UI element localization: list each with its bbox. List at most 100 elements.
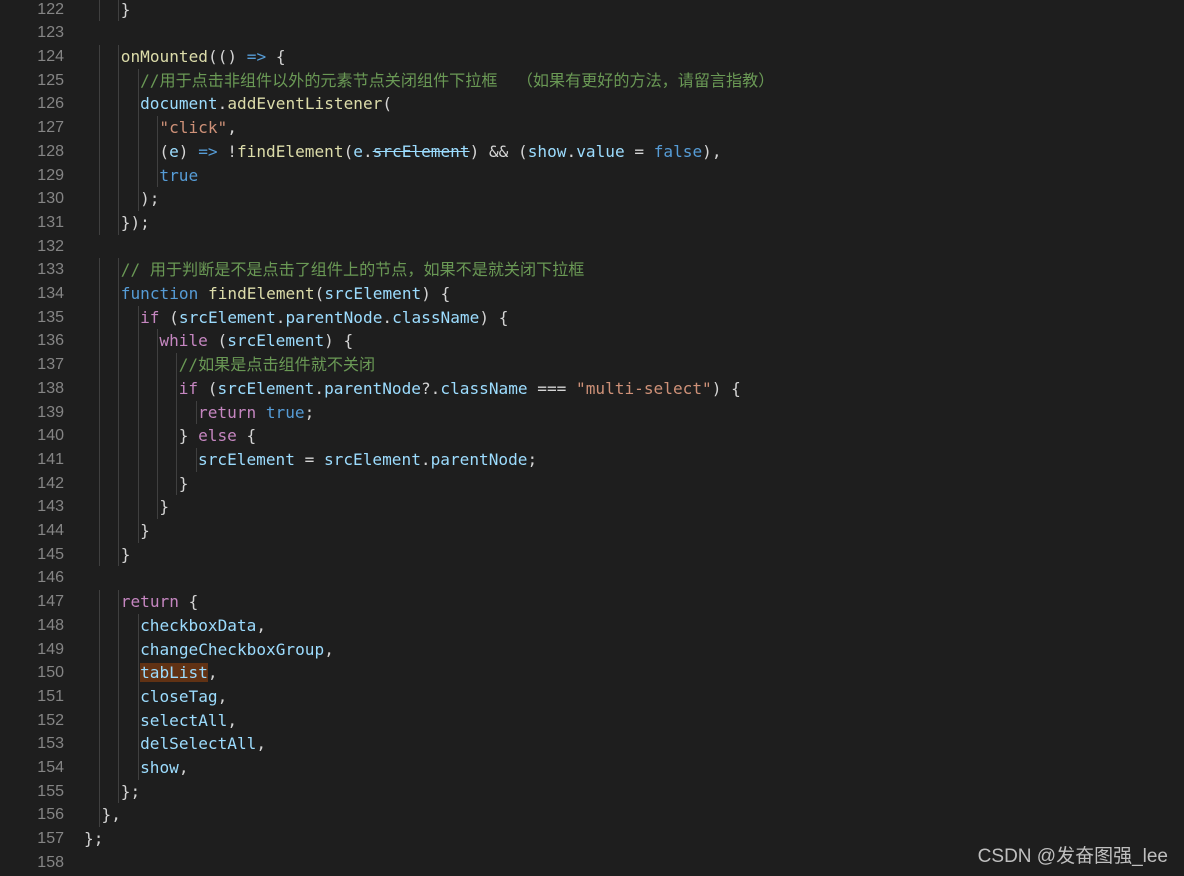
code-token: return (120, 592, 179, 612)
indent-guide (99, 210, 100, 235)
indent-guide (118, 779, 120, 804)
indent-guide (118, 519, 120, 543)
code-line[interactable]: delSelectAll, (84, 732, 1184, 757)
code-line[interactable]: }; (84, 779, 1184, 804)
code-line[interactable]: ); (84, 187, 1184, 211)
indent-guide (156, 424, 158, 448)
code-line[interactable]: (e) => !findElement(e.srcElement) && (sh… (84, 139, 1184, 164)
code-line[interactable]: } (84, 495, 1184, 520)
code-token: , (217, 686, 228, 706)
code-token: } (120, 544, 131, 564)
code-text: onMounted(() => { (121, 45, 286, 69)
code-text: closeTag, (140, 685, 227, 709)
code-token: = (624, 141, 654, 161)
code-line[interactable]: while (srcElement) { (84, 329, 1184, 354)
code-line[interactable]: srcElement = srcElement.parentNode; (84, 447, 1184, 472)
indent-guide (137, 187, 139, 211)
indent-guide (137, 519, 139, 543)
code-text: delSelectAll, (140, 732, 266, 756)
code-line[interactable]: //如果是点击组件就不关闭 (84, 353, 1184, 377)
indent-guide (118, 756, 120, 780)
code-line[interactable]: "click", (84, 116, 1184, 140)
code-line[interactable]: } (84, 471, 1184, 496)
code-token: . (362, 141, 373, 161)
code-line[interactable]: checkboxData, (84, 613, 1184, 638)
code-token: value (576, 141, 625, 161)
watermark: CSDN @发奋图强_lee (977, 846, 1168, 867)
line-number: 131 (37, 213, 64, 231)
code-token: ( (343, 141, 354, 161)
code-line[interactable] (84, 235, 1184, 259)
indent-guide (195, 447, 197, 472)
indent-guide (118, 637, 120, 662)
code-text: } (121, 543, 131, 567)
code-token: ( (159, 307, 179, 327)
indent-guide (137, 68, 139, 93)
code-line[interactable]: } (84, 519, 1184, 543)
code-token: ) (178, 141, 199, 161)
code-line[interactable]: if (srcElement.parentNode?.className ===… (84, 376, 1184, 401)
code-line[interactable]: true (84, 163, 1184, 188)
indent-guide (99, 519, 100, 543)
code-token: } (178, 473, 189, 493)
indent-guide (195, 400, 197, 425)
line-number: 148 (37, 616, 64, 634)
line-number: 158 (37, 853, 64, 871)
code-text: show, (140, 756, 188, 780)
code-line[interactable]: } (84, 0, 1184, 22)
indent-guide (118, 495, 120, 520)
code-line[interactable]: closeTag, (84, 684, 1184, 709)
code-line[interactable]: return true; (84, 400, 1184, 425)
code-token: show (140, 758, 179, 778)
code-line[interactable]: //用于点击非组件以外的元素节点关闭组件下拉框 （如果有更好的方法，请留言指教） (84, 68, 1184, 93)
code-line[interactable]: tabList, (84, 661, 1184, 685)
code-token: }; (84, 829, 104, 849)
code-line[interactable]: document.addEventListener( (84, 92, 1184, 117)
code-text: } else { (179, 424, 257, 448)
code-line[interactable]: function findElement(srcElement) { (84, 282, 1184, 306)
indent-guide (99, 282, 100, 306)
line-number: 155 (37, 782, 64, 800)
indent-guide (137, 116, 139, 140)
code-line[interactable]: // 用于判断是不是点击了组件上的节点，如果不是就关闭下拉框 (84, 258, 1184, 283)
code-line[interactable]: return { (84, 590, 1184, 614)
code-token: document (140, 94, 218, 114)
code-line[interactable]: if (srcElement.parentNode.className) { (84, 305, 1184, 330)
code-line[interactable]: onMounted(() => { (84, 45, 1184, 69)
code-line[interactable]: } (84, 542, 1184, 567)
code-line[interactable]: } else { (84, 424, 1184, 448)
code-token: ) { (479, 307, 509, 327)
indent-guide (118, 400, 120, 425)
code-line[interactable]: show, (84, 756, 1184, 780)
code-token: . (382, 307, 393, 327)
code-token: => (198, 141, 218, 161)
code-text: (e) => !findElement(e.srcElement) && (sh… (159, 140, 721, 164)
indent-guide (118, 282, 120, 306)
code-line[interactable] (84, 21, 1184, 45)
code-line[interactable]: }); (84, 210, 1184, 235)
line-number: 140 (37, 427, 64, 445)
code-area[interactable]: } onMounted(() => {//用于点击非组件以外的元素节点关闭组件下拉… (84, 0, 1184, 876)
code-text: changeCheckboxGroup, (140, 638, 334, 662)
code-text: true (159, 164, 198, 188)
indent-guide (156, 353, 158, 377)
indent-guide (118, 92, 120, 117)
indent-guide (99, 542, 100, 567)
line-number: 139 (37, 403, 64, 421)
code-line[interactable]: selectAll, (84, 708, 1184, 733)
indent-guide (99, 779, 100, 804)
code-token: srcElement (198, 449, 295, 469)
code-line[interactable]: changeCheckboxGroup, (84, 637, 1184, 662)
indent-guide (99, 495, 100, 520)
code-line[interactable]: }, (84, 803, 1184, 828)
indent-guide (118, 447, 120, 472)
line-number: 147 (37, 593, 64, 611)
code-token: srcElement (217, 378, 315, 398)
code-token: closeTag (140, 686, 218, 706)
code-token: parentNode (324, 378, 421, 398)
indent-guide (118, 661, 120, 685)
indent-guide (118, 424, 120, 448)
indent-guide (176, 400, 178, 425)
code-line[interactable] (84, 566, 1184, 590)
